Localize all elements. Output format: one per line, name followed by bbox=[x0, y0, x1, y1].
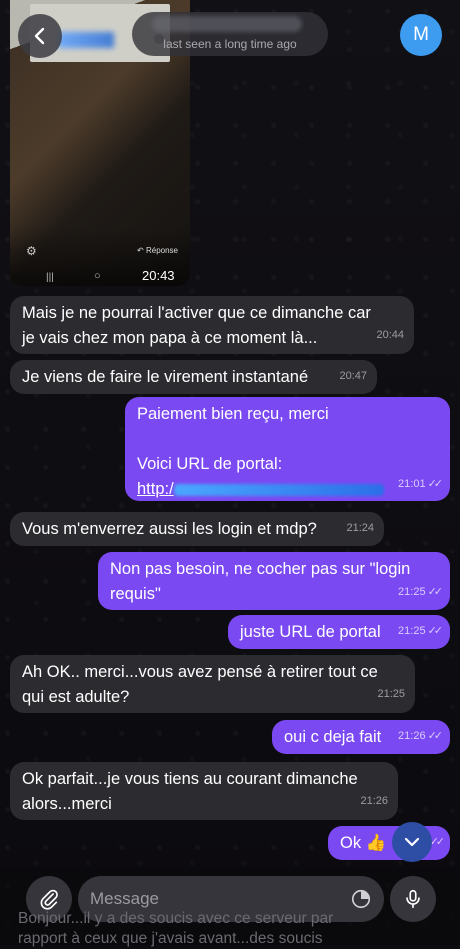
photo-time: 20:43 bbox=[142, 268, 175, 283]
message-outgoing[interactable]: oui c deja fait 21:26 ✓✓ bbox=[272, 720, 450, 754]
paperclip-icon bbox=[40, 889, 58, 910]
message-outgoing[interactable]: Non pas besoin, ne cocher pas sur "login… bbox=[98, 552, 450, 610]
message-incoming[interactable]: Je viens de faire le virement instantané… bbox=[10, 360, 377, 394]
message-text: Vous m'enverrez aussi les login et mdp? bbox=[22, 520, 317, 538]
message-text: je vais chez mon papa à ce moment là... bbox=[22, 329, 318, 347]
home-icon: ○ bbox=[94, 270, 101, 282]
message-text: requis" bbox=[110, 585, 161, 603]
message-text: Ok parfait...je vous tiens au courant di… bbox=[22, 770, 358, 788]
portal-link[interactable]: http:/ bbox=[137, 480, 174, 498]
back-chevron-icon bbox=[34, 27, 45, 45]
message-meta: 21:25 ✓✓ bbox=[398, 619, 444, 644]
message-time: 21:26 bbox=[360, 795, 388, 807]
message-time: 21:26 bbox=[398, 730, 426, 742]
last-seen-status: last seen a long time ago bbox=[163, 37, 297, 51]
composer-bar: Message Bonjour...il y a des soucis avec… bbox=[0, 868, 460, 947]
message-text: Voici URL de portal: bbox=[137, 455, 283, 473]
message-meta: 21:26 ✓✓ bbox=[398, 724, 444, 749]
sticker-clock-icon[interactable] bbox=[350, 888, 372, 910]
message-incoming[interactable]: Vous m'enverrez aussi les login et mdp? … bbox=[10, 512, 384, 546]
back-button[interactable] bbox=[18, 14, 62, 58]
scroll-to-bottom-button[interactable] bbox=[392, 822, 432, 862]
message-outgoing[interactable]: juste URL de portal 21:25 ✓✓ bbox=[228, 615, 450, 649]
microphone-icon bbox=[406, 889, 420, 909]
message-incoming[interactable]: Mais je ne pourrai l'activer que ce dima… bbox=[10, 296, 414, 354]
message-time: 20:44 bbox=[376, 329, 404, 341]
message-incoming[interactable]: Ah OK.. merci...vous avez pensé à retire… bbox=[10, 655, 415, 713]
message-text: Ah OK.. merci...vous avez pensé à retire… bbox=[22, 663, 378, 681]
preview-line: rapport à ceux que j'avais avant...des s… bbox=[18, 930, 323, 947]
double-check-icon: ✓✓ bbox=[427, 586, 444, 598]
message-time: 21:25 bbox=[398, 625, 426, 637]
message-meta: 21:25 ✓✓ bbox=[398, 580, 444, 605]
double-check-icon: ✓✓ bbox=[427, 625, 444, 637]
message-text: Mais je ne pourrai l'activer que ce dima… bbox=[22, 304, 371, 322]
message-time: 20:47 bbox=[339, 370, 367, 382]
contact-name-redacted bbox=[152, 16, 302, 32]
message-text: qui est adulte? bbox=[22, 688, 130, 706]
reply-label: ↶ Réponse bbox=[137, 246, 178, 255]
double-check-icon: ✓✓ bbox=[427, 730, 444, 742]
message-text: Non pas besoin, ne cocher pas sur "login bbox=[110, 560, 411, 578]
preview-line: Bonjour...il y a des soucis avec ce serv… bbox=[18, 910, 334, 927]
message-time: 21:24 bbox=[346, 522, 374, 534]
recent-apps-icon: ||| bbox=[46, 272, 54, 283]
message-time: 21:25 bbox=[377, 688, 405, 700]
chevron-down-icon bbox=[404, 837, 420, 847]
contact-title[interactable]: last seen a long time ago bbox=[132, 12, 328, 56]
typed-message-preview: Bonjour...il y a des soucis avec ce serv… bbox=[18, 909, 460, 949]
double-check-icon: ✓✓ bbox=[427, 478, 444, 490]
message-placeholder: Message bbox=[90, 889, 159, 908]
message-incoming[interactable]: Ok parfait...je vous tiens au courant di… bbox=[10, 762, 398, 820]
message-text: Paiement bien reçu, merci bbox=[137, 405, 329, 423]
message-time: 21:25 bbox=[398, 586, 426, 598]
message-text: alors...merci bbox=[22, 795, 112, 813]
message-meta: 21:01 ✓✓ bbox=[398, 472, 444, 497]
avatar[interactable]: M bbox=[400, 14, 442, 56]
message-time: 21:01 bbox=[398, 478, 426, 490]
settings-icon: ⚙ bbox=[26, 244, 37, 258]
chat-header: last seen a long time ago M bbox=[0, 0, 460, 68]
reply-text: Réponse bbox=[145, 246, 178, 255]
message-text: Je viens de faire le virement instantané bbox=[22, 368, 309, 386]
message-outgoing[interactable]: Paiement bien reçu, merci Voici URL de p… bbox=[125, 397, 450, 501]
link-redaction bbox=[173, 483, 384, 496]
